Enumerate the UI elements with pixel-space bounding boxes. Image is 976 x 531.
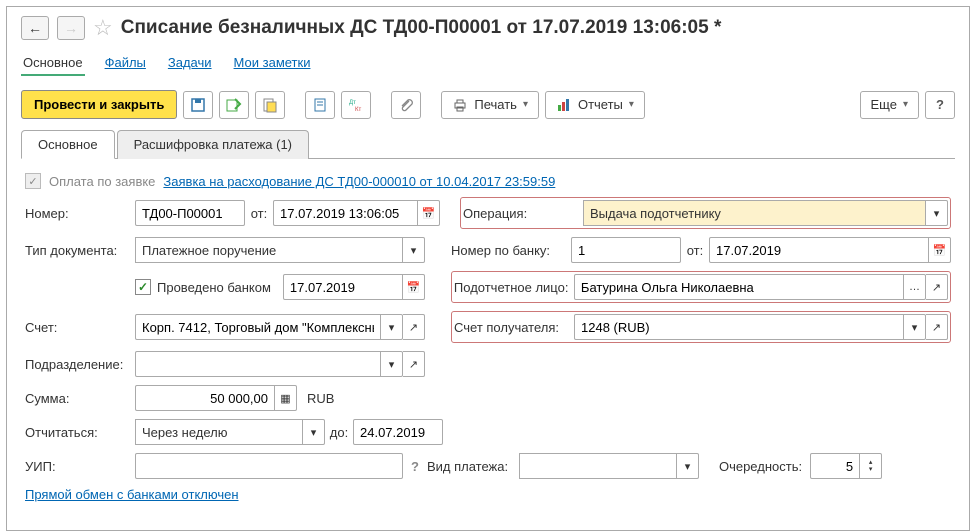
dept-open-button[interactable]: ↗ (403, 351, 425, 377)
sum-input[interactable] (142, 391, 268, 406)
more-button[interactable]: Еще ▾ (860, 91, 919, 119)
from-label2: от: (681, 243, 709, 258)
bank-no-label: Номер по банку: (451, 243, 571, 258)
operation-dropdown[interactable]: ▾ (926, 200, 948, 226)
operation-select[interactable]: Выдача подотчетнику (583, 200, 926, 226)
bank-no-input[interactable] (578, 243, 674, 258)
uip-help-icon[interactable]: ? (411, 459, 419, 474)
number-label: Номер: (25, 206, 135, 221)
post-and-close-button[interactable]: Провести и закрыть (21, 90, 177, 119)
report-select[interactable]: Через неделю (135, 419, 303, 445)
dropdown-icon: ▾ (629, 99, 634, 110)
calendar-button[interactable]: 📅 (418, 200, 440, 226)
nav-files[interactable]: Файлы (103, 51, 148, 76)
doctype-select[interactable]: Платежное поручение (135, 237, 403, 263)
date-input[interactable] (280, 206, 411, 221)
priority-spinner[interactable]: ▴▾ (860, 453, 882, 479)
exchange-link[interactable]: Прямой обмен с банками отключен (25, 487, 239, 502)
dept-dropdown[interactable]: ▾ (381, 351, 403, 377)
doctype-dropdown[interactable]: ▾ (403, 237, 425, 263)
tab-main[interactable]: Основное (21, 130, 115, 159)
account-label: Счет: (25, 320, 135, 335)
report-label: Отчитаться: (25, 425, 135, 440)
currency-label: RUB (307, 391, 334, 406)
operation-label: Операция: (463, 206, 583, 221)
dtkt-button[interactable]: ДтКт (341, 91, 371, 119)
favorite-star-icon[interactable]: ☆ (93, 15, 113, 41)
calendar-button[interactable]: 📅 (929, 237, 951, 263)
svg-text:Дт: Дт (349, 100, 356, 106)
account-input[interactable] (142, 320, 374, 335)
person-open-button[interactable]: ↗ (926, 274, 948, 300)
reports-button[interactable]: Отчеты ▾ (545, 91, 645, 119)
paytype-dropdown[interactable]: ▾ (677, 453, 699, 479)
printer-icon (452, 97, 468, 113)
report-dropdown[interactable]: ▾ (303, 419, 325, 445)
print-button[interactable]: Печать ▾ (441, 91, 539, 119)
doctype-label: Тип документа: (25, 243, 135, 258)
recipient-acc-input[interactable] (581, 320, 897, 335)
window-title: Списание безналичных ДС ТД00-П00001 от 1… (121, 17, 722, 39)
until-input[interactable] (360, 425, 436, 440)
request-link[interactable]: Заявка на расходование ДС ТД00-000010 от… (163, 174, 555, 189)
svg-text:Кт: Кт (355, 107, 361, 113)
tab-detail[interactable]: Расшифровка платежа (1) (117, 130, 309, 159)
bank-done-label: Проведено банком (157, 280, 271, 295)
pay-by-request-label: Оплата по заявке (49, 174, 155, 189)
account-open-button[interactable]: ↗ (403, 314, 425, 340)
paytype-label: Вид платежа: (427, 459, 519, 474)
paytype-select[interactable] (519, 453, 677, 479)
bank-done-date-input[interactable] (290, 280, 396, 295)
print-label: Печать (474, 97, 517, 112)
sum-label: Сумма: (25, 391, 135, 406)
calendar-button[interactable]: 📅 (403, 274, 425, 300)
uip-label: УИП: (25, 459, 135, 474)
recipient-acc-label: Счет получателя: (454, 320, 574, 335)
save-button[interactable] (183, 91, 213, 119)
back-button[interactable]: ← (21, 16, 49, 40)
uip-input[interactable] (142, 459, 396, 474)
recipient-acc-open-button[interactable]: ↗ (926, 314, 948, 340)
person-input[interactable] (581, 280, 897, 295)
pay-by-request-checkbox: ✓ (25, 173, 41, 189)
dept-label: Подразделение: (25, 357, 135, 372)
reports-label: Отчеты (578, 97, 623, 112)
more-label: Еще (871, 97, 897, 112)
number-input[interactable] (142, 206, 238, 221)
until-label: до: (325, 425, 353, 440)
bank-done-checkbox[interactable]: ✓ (135, 279, 151, 295)
post-button[interactable] (219, 91, 249, 119)
priority-input[interactable] (817, 459, 853, 474)
dropdown-icon: ▾ (523, 99, 528, 110)
nav-main[interactable]: Основное (21, 51, 85, 76)
nav-notes[interactable]: Мои заметки (232, 51, 313, 76)
nav-tasks[interactable]: Задачи (166, 51, 214, 76)
recipient-acc-dropdown[interactable]: ▾ (904, 314, 926, 340)
priority-label: Очередность: (719, 459, 802, 474)
account-dropdown[interactable]: ▾ (381, 314, 403, 340)
attach-button[interactable] (391, 91, 421, 119)
person-label: Подотчетное лицо: (454, 280, 574, 295)
help-button[interactable]: ? (925, 91, 955, 119)
forward-button[interactable]: → (57, 16, 85, 40)
person-select-button[interactable]: … (904, 274, 926, 300)
bank-date-input[interactable] (716, 243, 922, 258)
doc-button[interactable] (305, 91, 335, 119)
create-based-on-button[interactable] (255, 91, 285, 119)
from-label: от: (245, 206, 273, 221)
dept-input[interactable] (142, 357, 374, 372)
dropdown-icon: ▾ (903, 99, 908, 110)
chart-icon (556, 97, 572, 113)
calculator-button[interactable]: ▦ (275, 385, 297, 411)
